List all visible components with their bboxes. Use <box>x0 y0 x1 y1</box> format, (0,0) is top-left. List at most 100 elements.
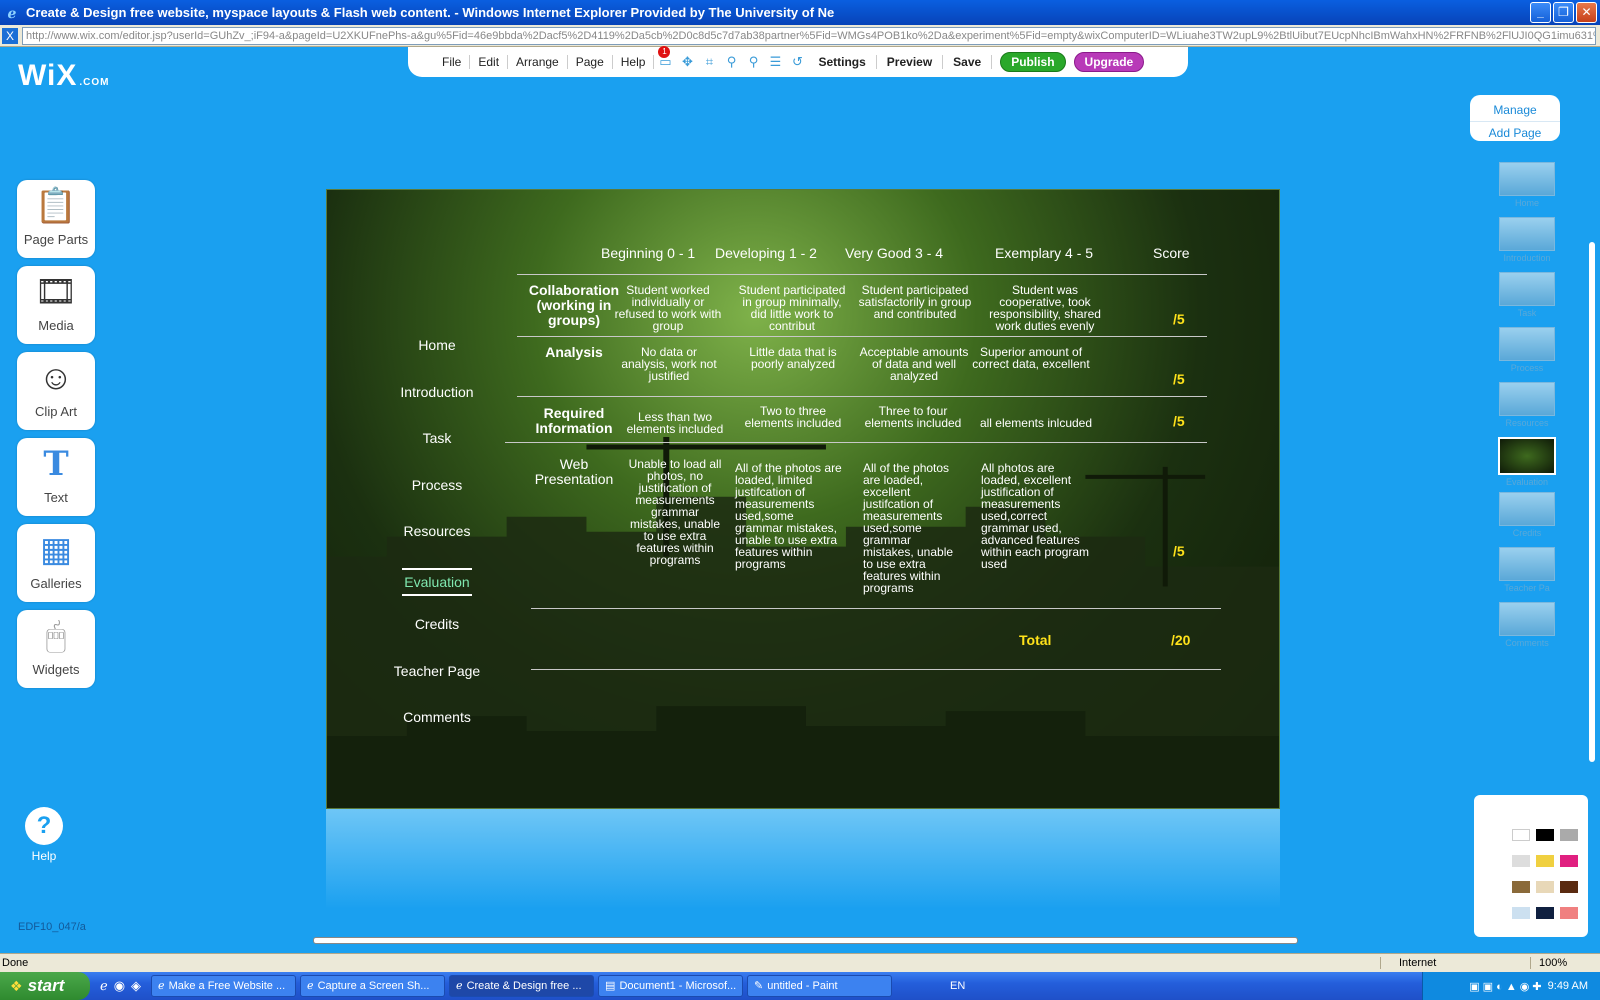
site-canvas[interactable]: Home Introduction Task Process Resources… <box>326 189 1280 809</box>
background-swatch[interactable] <box>1512 855 1530 867</box>
background-swatch[interactable] <box>1512 907 1530 919</box>
language-indicator[interactable]: EN <box>950 980 990 992</box>
notifications-icon[interactable]: ▭ 1 <box>654 46 676 70</box>
thumb-teacher-page[interactable]: Teacher Pa <box>1498 547 1556 602</box>
menu-help[interactable]: Help <box>613 55 655 69</box>
nav-teacher-page[interactable]: Teacher Page <box>387 661 487 708</box>
widgets-button[interactable]: 🖱 Widgets <box>17 610 95 688</box>
upgrade-button[interactable]: Upgrade <box>1073 52 1145 72</box>
background-swatch[interactable] <box>1560 881 1578 893</box>
thumb-evaluation[interactable]: Evaluation <box>1498 437 1556 492</box>
rubric-cell: all elements inlcuded <box>979 416 1093 430</box>
thumb-label: Task <box>1517 308 1537 318</box>
ie-quicklaunch-icon[interactable]: ℯ <box>100 978 108 994</box>
zoom-in-icon[interactable]: ⚲ <box>720 54 742 70</box>
rubric-row-label: Analysis <box>545 344 603 360</box>
menu-file[interactable]: File <box>434 55 471 69</box>
app-quicklaunch-icon[interactable]: ◈ <box>131 978 141 994</box>
background-swatch[interactable] <box>1536 881 1554 893</box>
thumb-credits[interactable]: Credits <box>1498 492 1556 547</box>
text-button[interactable]: T Text <box>17 438 95 516</box>
publish-button[interactable]: Publish <box>1000 52 1066 72</box>
background-swatch[interactable] <box>1536 907 1554 919</box>
rubric-cell: Acceptable amounts of data and well anal… <box>859 345 969 383</box>
rubric-divider <box>517 396 1207 397</box>
media-button[interactable]: 🎞 Media <box>17 266 95 344</box>
taskbar-task[interactable]: ℯ Capture a Screen Sh... <box>300 975 446 997</box>
thumb-introduction[interactable]: Introduction <box>1498 217 1556 272</box>
nav-home[interactable]: Home <box>387 335 487 382</box>
security-zone: Internet <box>1380 957 1530 969</box>
taskbar-task-active[interactable]: ℯ Create & Design free ... <box>449 975 595 997</box>
undo-icon[interactable]: ↺ <box>786 54 808 70</box>
thumb-image <box>1499 272 1555 306</box>
crop-icon[interactable]: ⌗ <box>698 54 720 70</box>
clip-art-button[interactable]: ☺ Clip Art <box>17 352 95 430</box>
thumb-resources[interactable]: Resources <box>1498 382 1556 437</box>
galleries-button[interactable]: ▦ Galleries <box>17 524 95 602</box>
background-swatch[interactable] <box>1536 829 1554 841</box>
thumb-task[interactable]: Task <box>1498 272 1556 327</box>
background-swatch[interactable] <box>1560 907 1578 919</box>
minimize-button[interactable]: _ <box>1530 2 1551 23</box>
background-swatch[interactable] <box>1512 829 1530 841</box>
windows-flag-icon: ❖ <box>10 977 23 994</box>
background-swatch[interactable] <box>1512 881 1530 893</box>
settings-button[interactable]: Settings <box>808 55 877 69</box>
taskbar-task[interactable]: ▤ Document1 - Microsof... <box>598 975 744 997</box>
tray-icons[interactable]: ▣ ▣ ◐ ▲ ◉ ✚ <box>1469 980 1541 993</box>
preview-button[interactable]: Preview <box>877 55 944 69</box>
url-field[interactable]: http://www.wix.com/editor.jsp?userId=GUh… <box>22 26 1596 45</box>
save-button[interactable]: Save <box>943 55 993 69</box>
nav-resources[interactable]: Resources <box>387 521 487 568</box>
media-icon: 🎞 <box>34 273 78 311</box>
background-swatch[interactable] <box>1560 829 1578 841</box>
thumb-label: Process <box>1510 363 1544 373</box>
page-parts-label: Page Parts <box>23 232 89 247</box>
grid-icon[interactable]: ☰ <box>764 54 786 70</box>
menu-page[interactable]: Page <box>568 55 613 69</box>
thumb-comments[interactable]: Comments <box>1498 602 1556 657</box>
taskbar-task[interactable]: ℯ Make a Free Website ... <box>151 975 297 997</box>
vertical-scrollbar[interactable] <box>1589 242 1595 762</box>
page-parts-icon: 📋 <box>34 187 78 225</box>
taskbar-task[interactable]: ✎ untitled - Paint <box>747 975 893 997</box>
nav-process[interactable]: Process <box>387 475 487 522</box>
nav-introduction[interactable]: Introduction <box>387 382 487 429</box>
add-page-link[interactable]: Add Page <box>1470 122 1560 144</box>
zoom-out-icon[interactable]: ⚲ <box>742 54 764 70</box>
rubric-score: /5 <box>1173 413 1185 429</box>
background-panel[interactable] <box>1474 795 1588 937</box>
canvas-footer-area <box>326 809 1280 909</box>
nav-evaluation[interactable]: Evaluation <box>387 567 487 615</box>
address-bar: X http://www.wix.com/editor.jsp?userId=G… <box>0 25 1600 47</box>
nav-credits[interactable]: Credits <box>387 614 487 661</box>
zoom-level[interactable]: 100% <box>1530 957 1600 969</box>
menu-edit[interactable]: Edit <box>470 55 509 69</box>
move-icon[interactable]: ✥ <box>676 54 698 70</box>
close-button[interactable]: ✕ <box>1576 2 1597 23</box>
help-icon: ? <box>25 807 63 845</box>
taskbar-task-label: untitled - Paint <box>767 980 838 992</box>
notification-badge: 1 <box>658 46 671 58</box>
firefox-quicklaunch-icon[interactable]: ◉ <box>114 978 125 994</box>
rubric-cell: Superior amount of correct data, excelle… <box>972 345 1090 371</box>
nav-comments[interactable]: Comments <box>387 707 487 754</box>
horizontal-scrollbar[interactable] <box>313 937 1298 944</box>
menu-arrange[interactable]: Arrange <box>508 55 568 69</box>
maximize-button[interactable]: ❐ <box>1553 2 1574 23</box>
page-parts-button[interactable]: 📋 Page Parts <box>17 180 95 258</box>
manage-link[interactable]: Manage <box>1470 99 1560 122</box>
thumb-home[interactable]: Home <box>1498 162 1556 217</box>
clock[interactable]: 9:49 AM <box>1548 980 1588 992</box>
taskbar-task-label: Capture a Screen Sh... <box>317 980 430 992</box>
wix-logo-suffix: .COM <box>79 77 110 88</box>
thumb-process[interactable]: Process <box>1498 327 1556 382</box>
page-thumbnails: Home Introduction Task Process Resources… <box>1498 162 1558 657</box>
start-button[interactable]: ❖ start <box>0 972 90 1000</box>
background-swatch[interactable] <box>1536 855 1554 867</box>
help-button[interactable]: ? Help <box>24 807 64 863</box>
nav-task[interactable]: Task <box>387 428 487 475</box>
quick-launch: ℯ ◉ ◈ <box>90 978 151 994</box>
background-swatch[interactable] <box>1560 855 1578 867</box>
